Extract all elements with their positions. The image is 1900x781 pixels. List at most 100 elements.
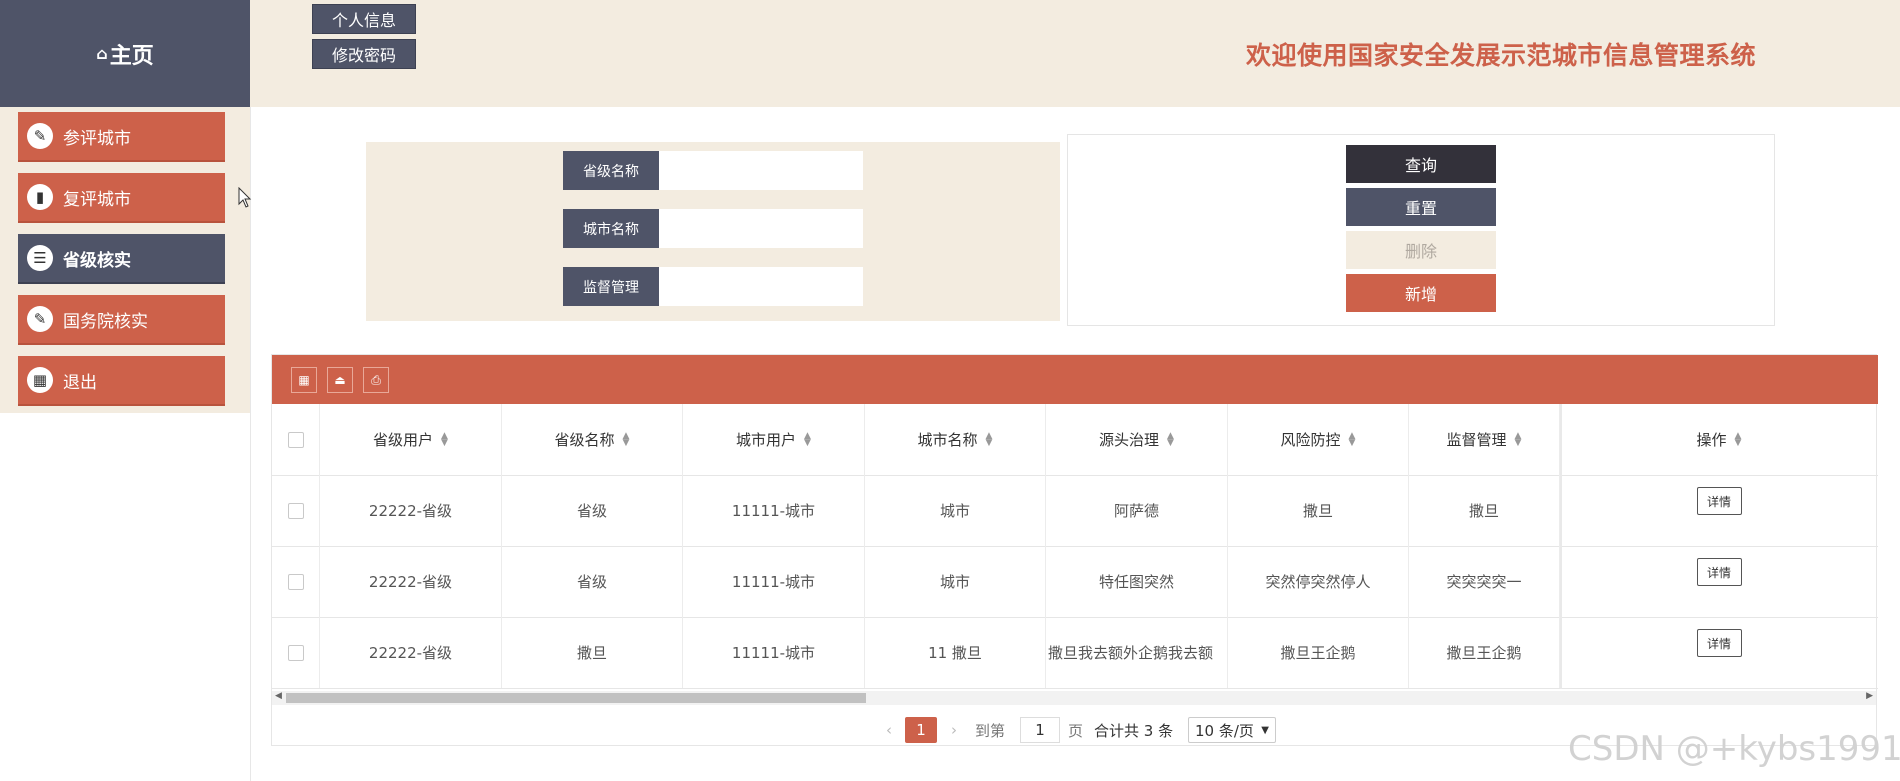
clipboard-icon: ☰ [27,245,53,271]
table-cell: 22222-省级 [320,617,502,688]
table-cell: 撒旦 [1228,475,1409,546]
detail-button[interactable]: 详情 [1696,629,1742,657]
sort-icon[interactable]: ▲ ▼ [1349,431,1356,447]
sidebar-item-participating-cities[interactable]: ✎ 参评城市 [18,112,225,162]
table-cell: 省级 [502,475,683,546]
table-row[interactable]: 22222-省级 省级 11111-城市 城市 阿萨德 撒旦 撒旦 详情 [272,475,1878,547]
home-link[interactable]: ⌂ 主页 [0,0,250,107]
print-icon[interactable]: ⎙ [363,367,389,393]
sort-icon[interactable]: ▲ ▼ [1735,431,1742,447]
table-cell: 特任图突然 [1046,546,1228,617]
city-name-label: 城市名称 [563,209,659,248]
province-name-input[interactable] [659,151,863,190]
table-cell: 突然停突然停人 [1228,546,1409,617]
row-checkbox[interactable] [287,573,304,590]
sort-icon[interactable]: ▲ ▼ [441,431,448,447]
sidebar: ✎ 参评城市 ▮ 复评城市 ☰ 省级核实 ✎ 国务院核实 ▦ 退出 [0,107,250,413]
sidebar-item-state-council-verify[interactable]: ✎ 国务院核实 [18,295,225,345]
column-header-label: 源头治理 [1099,431,1160,449]
table-cell: 22222-省级 [320,546,502,617]
sort-icon[interactable]: ▲ ▼ [1515,431,1522,447]
column-header[interactable]: 城市用户 ▲ ▼ [683,404,865,475]
delete-button[interactable]: 删除 [1346,231,1496,269]
column-header-label: 城市名称 [917,431,978,449]
column-header[interactable]: 监督管理 ▲ ▼ [1409,404,1560,475]
city-name-input[interactable] [659,209,863,248]
operation-cell: 详情 [1562,475,1876,546]
sort-icon[interactable]: ▲ ▼ [986,431,993,447]
goto-suffix: 页 [1068,721,1084,740]
select-all-cell [272,404,320,475]
top-header: ⌂ 主页 个人信息 修改密码 欢迎使用国家安全发展示范城市信息管理系统 [0,0,1900,107]
data-table: ▦ ⏏ ⎙ 省级用户 ▲ ▼ 省级名称 ▲ ▼ 城市用户 ▲ ▼ 城市名称 ▲ ▼ 源头治理 ▲ ▼… [271,354,1878,746]
page-size-field[interactable]: 10 条/页 ▼ [1188,717,1276,743]
table-cell: 撒旦 [502,617,683,688]
column-header[interactable]: 风险防控 ▲ ▼ [1228,404,1409,475]
operation-cell: 详情 [1562,617,1876,688]
table-cell: 22222-省级 [320,475,502,546]
row-select-cell [272,475,320,546]
row-select-cell [272,617,320,688]
profile-button[interactable]: 个人信息 [312,4,416,34]
row-checkbox[interactable] [287,502,304,519]
column-header[interactable]: 省级用户 ▲ ▼ [320,404,502,475]
watermark: CSDN @+kybs1991 [1568,729,1900,769]
sidebar-item-logout[interactable]: ▦ 退出 [18,356,225,406]
supervision-input[interactable] [659,267,863,306]
detail-button[interactable]: 详情 [1696,558,1742,586]
search-form: 省级名称 城市名称 监督管理 [366,142,1060,321]
table-header: 省级用户 ▲ ▼ 省级名称 ▲ ▼ 城市用户 ▲ ▼ 城市名称 ▲ ▼ 源头治理 ▲ ▼ 风险防控 ▲… [272,404,1878,476]
table-cell: 11 撒旦 [865,617,1046,688]
sort-icon[interactable]: ▲ ▼ [804,431,811,447]
column-header-label: 监督管理 [1446,431,1507,449]
next-page-icon[interactable]: › [944,717,964,743]
mouse-cursor-icon [238,187,252,208]
sidebar-item-province-verify[interactable]: ☰ 省级核实 [18,234,225,284]
sort-icon[interactable]: ▲ ▼ [623,431,630,447]
query-button[interactable]: 查询 [1346,145,1496,183]
sidebar-item-label: 省级核实 [63,250,131,271]
calendar-icon: ▦ [27,367,53,393]
total-count: 合计共 3 条 [1094,721,1174,740]
reset-button[interactable]: 重置 [1346,188,1496,226]
column-header[interactable]: 城市名称 ▲ ▼ [865,404,1046,475]
column-header-label: 风险防控 [1280,431,1341,449]
table-cell: 省级 [502,546,683,617]
sidebar-item-review-cities[interactable]: ▮ 复评城市 [18,173,225,223]
column-header[interactable]: 操作 ▲ ▼ [1562,404,1876,475]
column-header-label: 省级名称 [554,431,615,449]
prev-page-icon[interactable]: ‹ [879,717,899,743]
change-password-button[interactable]: 修改密码 [312,39,416,69]
column-header-label: 操作 [1696,431,1727,449]
table-cell: 撒旦王企鹅 [1228,617,1409,688]
welcome-title: 欢迎使用国家安全发展示范城市信息管理系统 [1246,41,1757,70]
operation-cell: 详情 [1562,546,1876,617]
table-cell: 撒旦 [1409,475,1560,546]
table-cell: 突突突突一 [1409,546,1560,617]
table-row[interactable]: 22222-省级 省级 11111-城市 城市 特任图突然 突然停突然停人 突突… [272,546,1878,618]
province-name-label: 省级名称 [563,151,659,190]
current-page-button[interactable]: 1 [905,717,937,743]
columns-icon[interactable]: ▦ [291,367,317,393]
page-size-select[interactable]: 10 条/页 ▼ [1188,717,1276,743]
brand-label: 主页 [109,43,154,69]
column-header[interactable]: 源头治理 ▲ ▼ [1046,404,1228,475]
scroll-left-icon[interactable]: ◀ [275,691,282,701]
add-button[interactable]: 新增 [1346,274,1496,312]
column-header-label: 城市用户 [736,431,797,449]
detail-button[interactable]: 详情 [1696,487,1742,515]
column-header[interactable]: 省级名称 ▲ ▼ [502,404,683,475]
table-row[interactable]: 22222-省级 撒旦 11111-城市 11 撒旦 撒旦我去额外企鹅我去额 撒… [272,617,1878,689]
horizontal-scrollbar[interactable]: ◀ ▶ [272,691,1876,705]
select-all-checkbox[interactable] [287,431,304,448]
goto-page-field[interactable]: 1 [1020,717,1060,743]
page-size-value: 10 条/页 [1195,721,1254,740]
home-icon: ⌂ [96,44,108,63]
export-icon[interactable]: ⏏ [327,367,353,393]
goto-page-input[interactable]: 1 [1020,717,1060,743]
scrollbar-thumb[interactable] [286,693,866,703]
scroll-right-icon[interactable]: ▶ [1866,691,1873,701]
supervision-label: 监督管理 [563,267,659,306]
sort-icon[interactable]: ▲ ▼ [1167,431,1174,447]
row-checkbox[interactable] [287,644,304,661]
